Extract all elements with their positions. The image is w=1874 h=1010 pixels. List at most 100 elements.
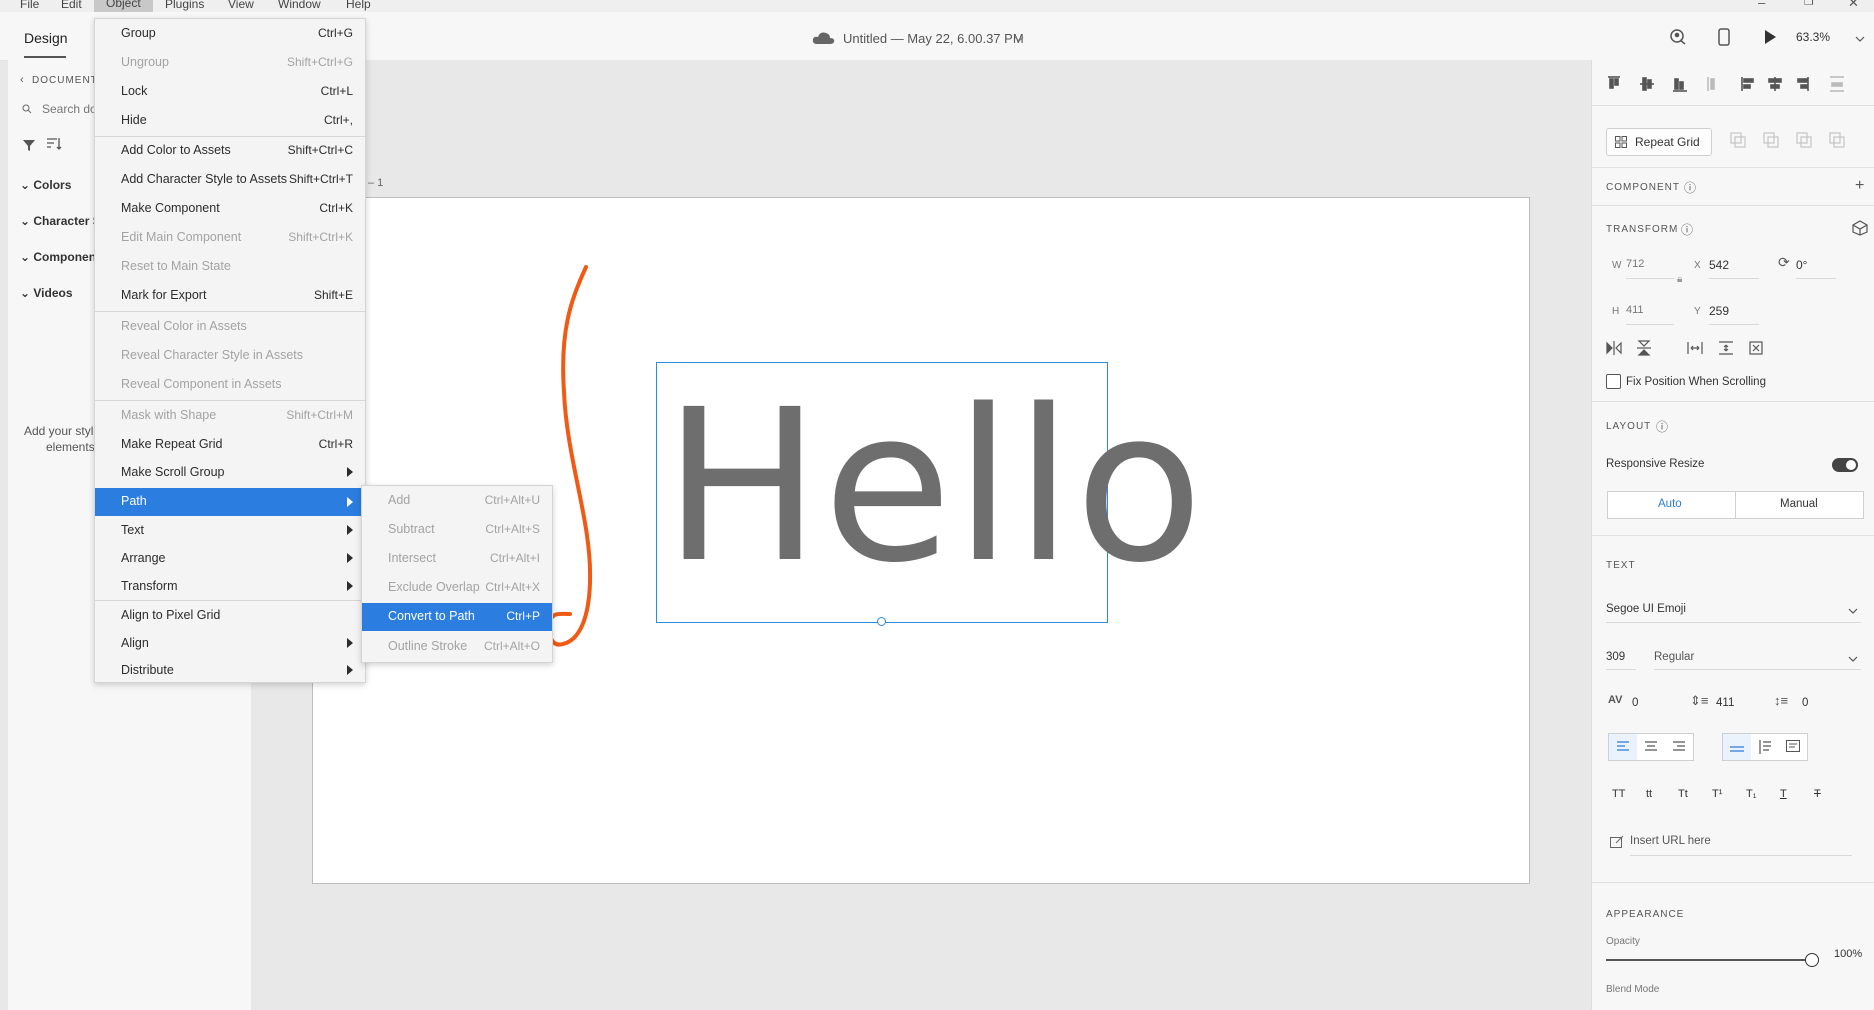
opacity-value[interactable]: 100% [1834,948,1862,960]
menu-item-mask-with-shape[interactable]: Mask with Shape Shift+Ctrl+M [95,404,365,428]
back-icon[interactable]: ‹ [20,74,24,86]
chevron-down-icon[interactable] [1855,36,1865,42]
menu-item-hide[interactable]: Hide Ctrl+, [95,109,365,133]
hello-text[interactable]: Hello [663,337,1205,637]
menu-item-arrange[interactable]: Arrange [95,547,365,571]
opacity-slider-track[interactable] [1606,959,1806,961]
info-icon[interactable]: ⓘ [1681,221,1693,238]
rotation-field[interactable]: 0° [1796,258,1807,272]
menu-item-reveal-character-style[interactable]: Reveal Character Style in Assets [95,344,365,368]
category-videos[interactable]: ⌄ Videos [20,286,73,300]
menu-item-mark-for-export[interactable]: Mark for Export Shift+E [95,284,365,308]
share-user-icon[interactable] [1669,28,1687,46]
tab-design[interactable]: Design [24,30,68,46]
responsive-resize-toggle[interactable] [1832,458,1858,472]
info-icon[interactable]: ⓘ [1684,179,1696,196]
document-assets-label[interactable]: DOCUMENT [32,75,98,86]
document-title[interactable]: Untitled — May 22, 6.00.37 PM [843,31,1024,46]
opacity-slider-thumb[interactable] [1805,953,1819,967]
menu-item-group[interactable]: Group Ctrl+G [95,22,365,46]
menu-item-intersect[interactable]: Intersect Ctrl+Alt+I [362,547,552,571]
category-character-styles[interactable]: ⌄ Character S [20,214,101,228]
repeat-grid-button[interactable]: Repeat Grid [1606,128,1712,156]
paragraph-spacing-field[interactable]: 0 [1802,697,1808,709]
close-button[interactable]: ✕ [1848,0,1859,11]
menu-item-lock[interactable]: Lock Ctrl+L [95,80,365,104]
menu-item-make-component[interactable]: Make Component Ctrl+K [95,197,365,221]
menu-edit[interactable]: Edit [61,0,82,11]
font-weight-select[interactable]: Regular [1654,651,1694,663]
underline-button[interactable]: T [1780,788,1787,800]
menu-item-text[interactable]: Text [95,519,365,543]
auto-button[interactable]: Auto [1608,492,1736,518]
menu-view[interactable]: View [228,0,254,11]
chevron-down-icon[interactable] [1014,36,1024,42]
height-field[interactable]: 411 [1626,304,1644,316]
menu-item-make-scroll-group[interactable]: Make Scroll Group [95,461,365,485]
menu-item-reveal-component[interactable]: Reveal Component in Assets [95,373,365,397]
search-input[interactable]: Search do [42,102,97,116]
x-field[interactable]: 542 [1709,258,1729,272]
menu-item-subtract[interactable]: Subtract Ctrl+Alt+S [362,518,552,542]
chevron-down-icon[interactable] [1848,656,1858,662]
menu-item-make-repeat-grid[interactable]: Make Repeat Grid Ctrl+R [95,433,365,457]
zoom-level[interactable]: 63.3% [1796,30,1830,44]
maximize-button[interactable]: ❐ [1804,0,1814,8]
menu-item-add-color[interactable]: Add Color to Assets Shift+Ctrl+C [95,139,365,163]
menu-item-transform[interactable]: Transform [95,575,365,599]
subscript-button[interactable]: T₁ [1746,788,1756,800]
menu-object[interactable]: Object [94,0,153,12]
minimize-button[interactable]: – [1758,0,1765,10]
font-family-select[interactable]: Segoe UI Emoji [1606,603,1686,615]
artboard-label[interactable]: – 1 [368,177,383,189]
filter-icon[interactable] [22,138,36,152]
align-left-button[interactable] [1609,734,1637,760]
menu-item-outline-stroke[interactable]: Outline Stroke Ctrl+Alt+O [362,635,552,659]
character-spacing-field[interactable]: 0 [1632,697,1638,709]
chevron-down-icon[interactable] [1848,608,1858,614]
menu-item-align[interactable]: Align [95,632,365,656]
fix-position-checkbox[interactable] [1606,374,1621,389]
info-icon[interactable]: ⓘ [1656,418,1668,435]
menu-item-reveal-color[interactable]: Reveal Color in Assets [95,315,365,339]
menu-file[interactable]: File [20,0,39,11]
strikethrough-button[interactable]: T [1814,788,1821,800]
auto-height-button[interactable] [1751,734,1779,760]
lowercase-button[interactable]: tt [1646,788,1652,800]
resize-handle[interactable] [877,617,886,626]
width-field[interactable]: 712 [1626,258,1644,270]
align-right-button[interactable] [1665,734,1693,760]
auto-width-button[interactable] [1723,734,1751,760]
play-icon[interactable] [1763,29,1777,45]
menu-item-convert-to-path[interactable]: Convert to Path Ctrl+P [362,603,552,631]
fixed-size-button[interactable] [1779,734,1807,760]
insert-url-field[interactable]: Insert URL here [1630,835,1711,847]
category-colors[interactable]: ⌄ Colors [20,178,71,192]
menu-item-add-character-style[interactable]: Add Character Style to Assets Shift+Ctrl+… [95,168,365,192]
menu-item-reset-main-state[interactable]: Reset to Main State [95,255,365,279]
menu-item-exclude-overlap[interactable]: Exclude Overlap Ctrl+Alt+X [362,576,552,600]
y-field[interactable]: 259 [1709,304,1729,318]
titlecase-button[interactable]: Tt [1678,788,1688,800]
menu-item-ungroup[interactable]: Ungroup Shift+Ctrl+G [95,51,365,75]
align-center-button[interactable] [1637,734,1665,760]
menu-item-add[interactable]: Add Ctrl+Alt+U [362,489,552,513]
menu-item-edit-main-component[interactable]: Edit Main Component Shift+Ctrl+K [95,226,365,250]
sort-icon[interactable] [46,137,62,151]
menu-plugins[interactable]: Plugins [165,0,204,11]
font-size-field[interactable]: 309 [1606,651,1625,663]
menu-item-path[interactable]: Path [95,488,365,516]
category-components[interactable]: ⌄ Componen [20,250,96,264]
superscript-button[interactable]: T¹ [1712,788,1722,800]
lock-aspect-icon[interactable]: 🔒︎ [1677,274,1682,285]
manual-button[interactable]: Manual [1736,492,1863,518]
menu-help[interactable]: Help [346,0,371,11]
plus-icon[interactable]: + [1855,177,1864,195]
mobile-preview-icon[interactable] [1718,28,1730,46]
line-spacing-field[interactable]: 411 [1716,697,1734,709]
selected-text-layer[interactable]: Hello [656,362,1203,623]
menu-window[interactable]: Window [278,0,321,11]
uppercase-button[interactable]: TT [1612,788,1625,800]
3d-transform-icon[interactable] [1852,220,1868,236]
menu-item-distribute[interactable]: Distribute [95,659,365,683]
